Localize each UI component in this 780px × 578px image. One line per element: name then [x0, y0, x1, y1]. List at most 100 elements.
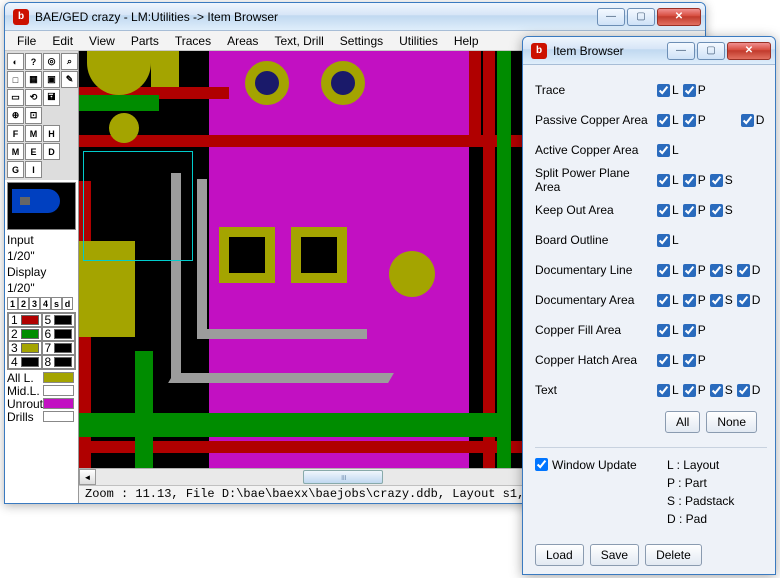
menu-textdrill[interactable]: Text, Drill	[266, 32, 331, 50]
tool-btn[interactable]: M	[7, 143, 24, 160]
scroll-left-icon[interactable]: ◄	[79, 469, 96, 485]
item-checkbox[interactable]	[710, 204, 723, 217]
layer-swatch[interactable]: 2	[8, 327, 42, 341]
tool-btn[interactable]: ⊡	[25, 107, 42, 124]
display-label: Display	[5, 264, 78, 280]
tool-btn[interactable]: ⟲	[25, 89, 42, 106]
item-checkbox[interactable]	[683, 324, 696, 337]
menu-help[interactable]: Help	[446, 32, 487, 50]
item-checkbox[interactable]	[657, 264, 670, 277]
item-row: Passive Copper AreaLPD	[535, 105, 767, 135]
tool-btn[interactable]: ⌕	[61, 53, 78, 70]
load-button[interactable]: Load	[535, 544, 584, 566]
layer-swatch[interactable]: 8	[42, 355, 76, 369]
window-update-checkbox[interactable]	[535, 458, 548, 471]
menu-file[interactable]: File	[9, 32, 44, 50]
tool-btn[interactable]: I	[25, 161, 42, 178]
tool-btn[interactable]: D	[43, 143, 60, 160]
item-row: Keep Out AreaLPS	[535, 195, 767, 225]
input-value: 1/20"	[5, 248, 78, 264]
tool-btn[interactable]: F	[7, 125, 24, 142]
tool-btn[interactable]: 🖬	[43, 89, 60, 106]
close-button[interactable]: ✕	[727, 42, 771, 60]
menu-parts[interactable]: Parts	[123, 32, 167, 50]
item-label: Active Copper Area	[535, 143, 657, 157]
item-checkbox[interactable]	[657, 114, 670, 127]
menu-view[interactable]: View	[81, 32, 123, 50]
all-button[interactable]: All	[665, 411, 700, 433]
item-checkbox[interactable]	[737, 384, 750, 397]
tool-btn[interactable]: ?	[25, 53, 42, 70]
layer-swatch[interactable]: 4	[8, 355, 42, 369]
menu-areas[interactable]: Areas	[219, 32, 266, 50]
item-row: Documentary LineLPSD	[535, 255, 767, 285]
tool-btn[interactable]: ✎	[61, 71, 78, 88]
item-checkbox[interactable]	[657, 84, 670, 97]
tool-btn[interactable]: G	[7, 161, 24, 178]
item-checkbox[interactable]	[657, 324, 670, 337]
tool-btn[interactable]: ▭	[7, 89, 24, 106]
layer-swatch[interactable]: 7	[42, 341, 76, 355]
minimize-button[interactable]: —	[667, 42, 695, 60]
minimize-button[interactable]: —	[597, 8, 625, 26]
none-button[interactable]: None	[706, 411, 757, 433]
main-titlebar: b BAE/GED crazy - LM:Utilities -> Item B…	[5, 3, 705, 31]
item-checkbox[interactable]	[741, 114, 754, 127]
item-checkbox[interactable]	[737, 264, 750, 277]
minimap[interactable]	[7, 182, 76, 230]
item-checkbox[interactable]	[710, 264, 723, 277]
item-checkbox[interactable]	[710, 294, 723, 307]
item-checkbox[interactable]	[710, 174, 723, 187]
main-title: BAE/GED crazy - LM:Utilities -> Item Bro…	[35, 10, 597, 24]
item-checkbox[interactable]	[657, 294, 670, 307]
tool-btn[interactable]: E	[25, 143, 42, 160]
tool-btn[interactable]: ⊕	[7, 107, 24, 124]
tool-btn[interactable]: □	[7, 71, 24, 88]
layer-swatch[interactable]: 5	[42, 313, 76, 327]
layer-row[interactable]: Mid.L.	[7, 384, 76, 397]
item-label: Documentary Line	[535, 263, 657, 277]
item-checkbox[interactable]	[683, 294, 696, 307]
delete-button[interactable]: Delete	[645, 544, 702, 566]
tool-btn[interactable]: H	[43, 125, 60, 142]
item-checkbox[interactable]	[683, 354, 696, 367]
menu-edit[interactable]: Edit	[44, 32, 81, 50]
item-checkbox[interactable]	[683, 204, 696, 217]
layer-row[interactable]: All L.	[7, 371, 76, 384]
layer-swatch[interactable]: 1	[8, 313, 42, 327]
tool-btn[interactable]: ◐	[7, 53, 24, 70]
menu-settings[interactable]: Settings	[332, 32, 391, 50]
maximize-button[interactable]: ▢	[697, 42, 725, 60]
item-checkbox[interactable]	[657, 354, 670, 367]
tool-btn[interactable]: ▦	[25, 71, 42, 88]
layer-row[interactable]: Unrout	[7, 397, 76, 410]
item-browser-title: Item Browser	[553, 44, 667, 58]
item-checkbox[interactable]	[737, 294, 750, 307]
item-checkbox[interactable]	[657, 144, 670, 157]
item-checkbox[interactable]	[683, 114, 696, 127]
tool-btn[interactable]: M	[25, 125, 42, 142]
item-checkbox[interactable]	[683, 264, 696, 277]
menu-traces[interactable]: Traces	[167, 32, 219, 50]
save-button[interactable]: Save	[590, 544, 639, 566]
layer-swatch[interactable]: 3	[8, 341, 42, 355]
scroll-thumb[interactable]	[303, 470, 383, 484]
item-checkbox[interactable]	[683, 84, 696, 97]
menu-utilities[interactable]: Utilities	[391, 32, 446, 50]
app-icon: b	[13, 9, 29, 25]
close-button[interactable]: ✕	[657, 8, 701, 26]
tool-btn[interactable]: ◎	[43, 53, 60, 70]
item-checkbox[interactable]	[657, 234, 670, 247]
item-checkbox[interactable]	[683, 174, 696, 187]
item-checkbox[interactable]	[683, 384, 696, 397]
legend-defs: L : Layout P : Part S : Padstack D : Pad	[667, 458, 734, 530]
item-checkbox[interactable]	[710, 384, 723, 397]
item-checkbox[interactable]	[657, 384, 670, 397]
left-toolbar-panel: ◐?◎⌕ □▦▣✎ ▭⟲🖬 ⊕⊡ FMH MED GI Input 1/20" …	[5, 51, 79, 503]
layer-swatch[interactable]: 6	[42, 327, 76, 341]
layer-row[interactable]: Drills	[7, 410, 76, 423]
tool-btn[interactable]: ▣	[43, 71, 60, 88]
item-checkbox[interactable]	[657, 174, 670, 187]
item-checkbox[interactable]	[657, 204, 670, 217]
maximize-button[interactable]: ▢	[627, 8, 655, 26]
